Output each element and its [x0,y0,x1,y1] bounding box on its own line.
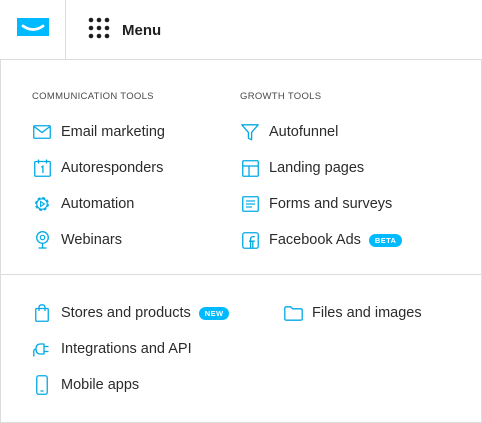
menu-item-integrations-and-api[interactable]: Integrations and API [32,339,229,359]
more-tools-column-right: Files and images [283,303,422,339]
new-badge: NEW [198,306,230,320]
menu-item-autofunnel[interactable]: Autofunnel [240,122,402,142]
section-divider [1,274,481,275]
envelope-icon [32,122,52,142]
menu-item-label: Automation [61,196,135,212]
webcam-icon [32,230,52,250]
menu-item-label: Integrations and API [61,341,192,357]
growth-tools-heading: GROWTH TOOLS [240,91,322,102]
menu-dropdown-panel: COMMUNICATION TOOLS Email marketing Auto… [0,60,482,423]
menu-item-facebook-ads[interactable]: Facebook Ads BETA [240,230,403,250]
menu-item-label: Email marketing [61,124,165,140]
menu-item-files-and-images[interactable]: Files and images [283,303,422,323]
more-tools-column-left: Stores and products NEW Integrations and… [32,303,230,411]
menu-item-landing-pages[interactable]: Landing pages [240,158,402,178]
gear-icon [32,194,52,214]
shopping-bag-icon [32,303,52,323]
menu-item-webinars[interactable]: Webinars [32,230,165,250]
menu-label: Menu [122,21,162,39]
phone-icon [32,375,52,395]
menu-item-label: Autofunnel [269,124,339,140]
communication-tools-column: COMMUNICATION TOOLS Email marketing Auto… [32,90,165,266]
menu-item-forms-and-surveys[interactable]: Forms and surveys [240,194,402,214]
menu-item-label: Mobile apps [61,377,140,393]
logo-link[interactable] [0,0,66,59]
plug-icon [32,339,52,359]
menu-item-autoresponders[interactable]: Autoresponders [32,158,165,178]
menu-item-label: Webinars [61,232,122,248]
menu-item-label: Facebook Ads [269,232,361,248]
folder-icon [283,303,303,323]
menu-item-automation[interactable]: Automation [32,194,165,214]
communication-tools-heading: COMMUNICATION TOOLS [32,91,154,102]
menu-item-label: Landing pages [269,160,365,176]
form-icon [240,194,260,214]
menu-item-label: Autoresponders [61,160,164,176]
menu-item-mobile-apps[interactable]: Mobile apps [32,375,229,395]
calendar-icon [32,158,52,178]
facebook-icon [240,230,260,250]
menu-item-label: Forms and surveys [269,196,393,212]
top-bar: Menu [0,0,482,60]
menu-item-email-marketing[interactable]: Email marketing [32,122,165,142]
growth-tools-column: GROWTH TOOLS Autofunnel Landing pages Fo… [240,90,403,266]
funnel-icon [240,122,260,142]
getresponse-logo-icon [16,16,50,43]
layout-icon [240,158,260,178]
menu-item-label: Stores and products [61,305,191,321]
menu-item-stores-and-products[interactable]: Stores and products NEW [32,303,230,323]
menu-item-label: Files and images [312,305,422,321]
grid-dots-icon [88,17,110,44]
beta-badge: BETA [368,233,403,247]
menu-button[interactable]: Menu [88,17,161,43]
